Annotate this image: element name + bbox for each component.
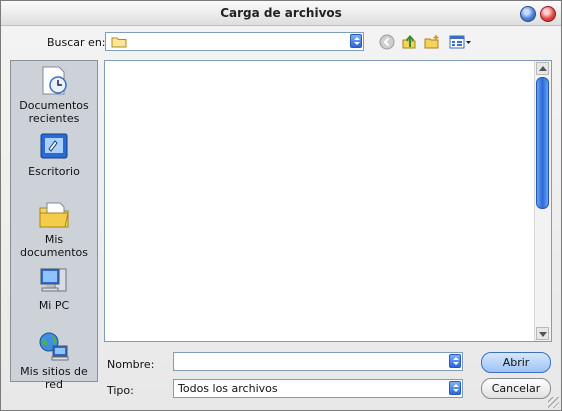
places-bar: Documentos recientes Escritorio Mis docu… (10, 60, 98, 391)
file-name-label: Nombre: (107, 358, 155, 371)
close-button[interactable] (540, 6, 556, 22)
place-network-places[interactable]: Mis sitios de red (11, 331, 97, 391)
place-label-line2: recientes (28, 112, 80, 125)
look-in-label: Buscar en: (47, 36, 106, 49)
place-label: Mis documentos (20, 233, 88, 259)
file-list[interactable] (104, 60, 552, 342)
vertical-scrollbar[interactable] (534, 61, 551, 341)
my-computer-icon (40, 268, 67, 292)
place-my-documents[interactable]: Mis documentos (11, 199, 97, 259)
scroll-down-arrow-icon[interactable] (536, 327, 549, 340)
file-type-label: Tipo: (107, 384, 134, 397)
recent-documents-icon (42, 66, 67, 95)
up-folder-icon[interactable] (401, 34, 417, 50)
scroll-up-arrow-icon[interactable] (536, 62, 549, 75)
cancel-button[interactable]: Cancelar (481, 378, 551, 399)
resize-grip-icon[interactable] (548, 397, 559, 408)
views-menu-icon[interactable] (449, 34, 473, 50)
file-upload-dialog: Carga de archivos Buscar en: Documentos … (0, 0, 562, 411)
place-desktop[interactable]: Escritorio (11, 131, 97, 178)
window-title: Carga de archivos (220, 6, 342, 20)
network-places-icon (39, 332, 69, 361)
folder-icon (111, 37, 127, 48)
back-icon[interactable] (379, 34, 395, 50)
title-bar[interactable]: Carga de archivos (1, 1, 561, 26)
file-type-dropdown-arrow-icon[interactable] (449, 381, 461, 395)
look-in-dropdown[interactable] (105, 32, 364, 51)
place-recent-documents[interactable]: Documentos recientes (11, 65, 97, 125)
place-my-computer[interactable]: Mi PC (11, 265, 97, 312)
place-label: Escritorio (28, 165, 80, 178)
place-label: Mi PC (38, 299, 70, 312)
desktop-icon (40, 133, 68, 159)
file-name-dropdown-arrow-icon[interactable] (449, 354, 461, 368)
my-documents-icon (39, 202, 69, 228)
scrollbar-thumb[interactable] (536, 77, 549, 209)
place-label: Documentos (19, 99, 89, 112)
open-button[interactable]: Abrir (481, 352, 551, 373)
minimize-button[interactable] (520, 6, 536, 22)
file-name-field[interactable] (173, 352, 463, 371)
look-in-dropdown-arrow-icon[interactable] (350, 34, 362, 48)
new-folder-icon[interactable] (424, 34, 440, 50)
file-type-dropdown[interactable]: Todos los archivos (173, 379, 463, 398)
place-label: Mis sitios de red (20, 365, 88, 391)
file-type-value: Todos los archivos (178, 382, 278, 395)
